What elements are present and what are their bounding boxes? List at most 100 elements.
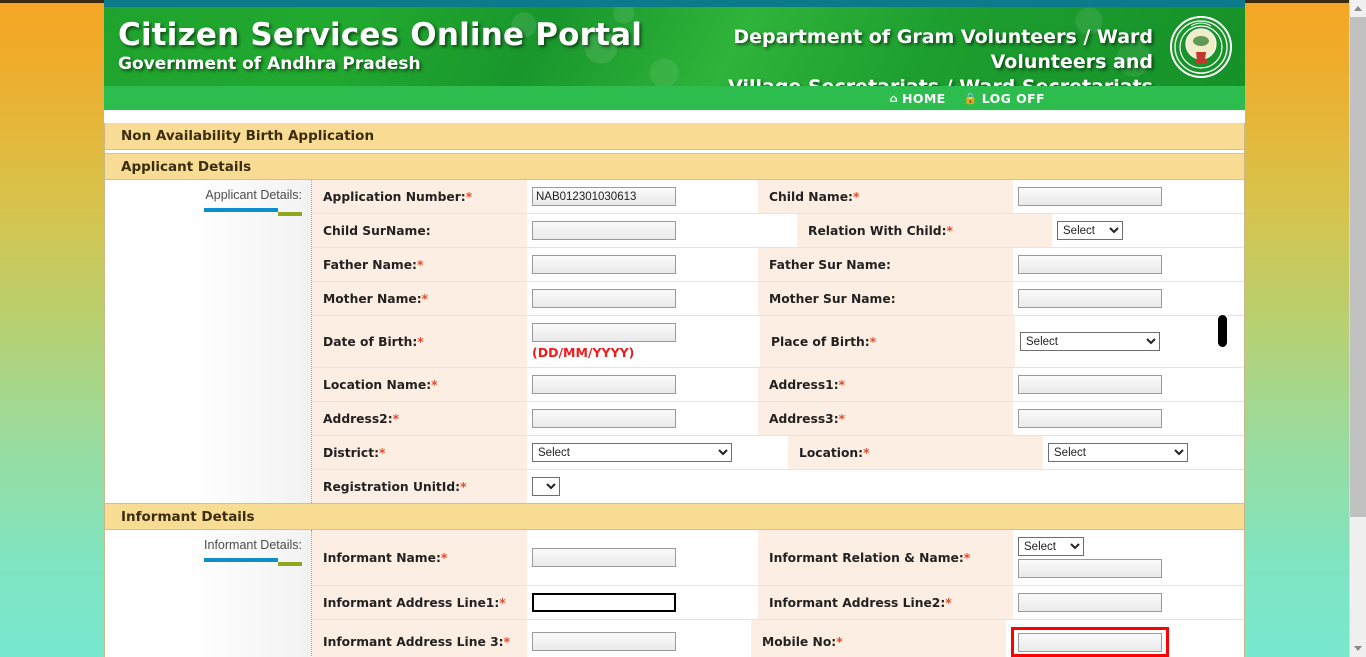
required-marker: * <box>379 445 386 460</box>
required-marker: * <box>869 334 877 349</box>
field-cell <box>1013 586 1244 619</box>
side-accent-bar-blue <box>204 558 278 562</box>
field-cell-empty <box>1027 470 1244 503</box>
address2-input[interactable] <box>532 409 676 428</box>
informant-side-label: Informant Details: <box>204 538 302 552</box>
informant-relation-name-input[interactable] <box>1018 559 1162 578</box>
scrollbar-up-button[interactable] <box>1350 0 1366 17</box>
label-text: Application Number: <box>323 189 466 204</box>
field-cell <box>1013 282 1244 315</box>
mother-sur-name-input[interactable] <box>1018 289 1162 308</box>
label-text: Relation With Child: <box>808 223 947 238</box>
form-row: Mother Name: * Mother Sur Name: <box>312 282 1244 316</box>
side-accent-bar-olive <box>278 212 302 216</box>
label-text: Address2: <box>323 411 393 426</box>
date-of-birth-input[interactable] <box>532 323 676 342</box>
required-marker: * <box>460 479 467 494</box>
header-department: Department of Gram Volunteers / Ward Vol… <box>633 25 1153 86</box>
scrollbar-down-button[interactable] <box>1350 640 1366 657</box>
informant-name-input[interactable] <box>532 548 676 567</box>
label-text: Father Sur Name: <box>769 257 891 272</box>
field-cell: (DD/MM/YYYY) <box>527 316 760 367</box>
district-select[interactable]: Select <box>532 443 732 462</box>
label-text: Mother Sur Name: <box>769 291 896 306</box>
informant-address-line3-input[interactable] <box>532 632 676 652</box>
nav-logoff-link[interactable]: 🔒 LOG OFF <box>964 91 1045 106</box>
field-label-empty <box>772 470 1027 503</box>
page-title: Non Availability Birth Application <box>105 123 1244 150</box>
address1-input[interactable] <box>1018 375 1162 394</box>
vertical-scrollbar[interactable] <box>1349 0 1366 657</box>
section-band-informant: Informant Details <box>105 503 1244 530</box>
informant-address-line2-input[interactable] <box>1018 593 1162 612</box>
field-label-address3: Address3: * <box>758 402 1013 435</box>
place-of-birth-select[interactable]: Select <box>1020 332 1160 351</box>
field-cell <box>527 368 758 401</box>
label-text: Informant Relation & Name: <box>769 550 964 565</box>
field-label-father-sur-name: Father Sur Name: <box>758 248 1013 281</box>
field-label-informant-address-line2: Informant Address Line2: * <box>758 586 1013 619</box>
informant-side-panel: Informant Details: <box>105 530 312 657</box>
required-marker: * <box>852 189 860 204</box>
required-marker: * <box>946 223 953 238</box>
required-marker: * <box>431 377 438 392</box>
applicant-fields-grid: Application Number:* Child Name:* Child … <box>312 180 1244 503</box>
label-text: Address3: <box>769 411 839 426</box>
label-text: Informant Address Line1: <box>323 595 500 610</box>
informant-fields-grid: Informant Name: * Informant Relation & Na… <box>312 530 1244 657</box>
field-label-relation-with-child: Relation With Child: * <box>797 214 1052 247</box>
form-row: Location Name: * Address1: * <box>312 368 1244 402</box>
side-accent-bar-olive <box>278 562 302 566</box>
field-label-informant-address-line3: Informant Address Line 3: * <box>312 620 527 657</box>
informant-address-line1-input[interactable] <box>532 593 676 612</box>
label-text: Date of Birth: <box>323 334 418 349</box>
form-row: Informant Address Line1: * Informant Addr… <box>312 586 1244 620</box>
applicant-side-panel: Applicant Details: <box>105 180 312 503</box>
required-marker: * <box>945 595 952 610</box>
nav-home-link[interactable]: ⌂ HOME <box>890 91 946 106</box>
informant-relation-select[interactable]: Select <box>1018 537 1084 556</box>
child-name-input[interactable] <box>1018 187 1162 206</box>
nav-logoff-label: LOG OFF <box>981 91 1045 106</box>
header-branding: Citizen Services Online Portal Governmen… <box>118 17 642 75</box>
child-surname-input[interactable] <box>532 221 676 240</box>
field-label-application-number: Application Number: * <box>312 180 527 213</box>
registration-unitid-select[interactable] <box>532 477 560 496</box>
department-line-2: Village Secretariats / Ward Secretariats <box>633 75 1153 86</box>
location-name-input[interactable] <box>532 375 676 394</box>
mobile-no-highlight-box <box>1011 627 1169 657</box>
address3-input[interactable] <box>1018 409 1162 428</box>
required-marker: * <box>392 411 400 426</box>
field-cell <box>527 248 758 281</box>
required-marker: * <box>503 634 510 649</box>
field-label-informant-address-line1: Informant Address Line1: * <box>312 586 527 619</box>
form-row: Informant Name: * Informant Relation & Na… <box>312 530 1244 586</box>
required-marker: * <box>417 334 424 349</box>
required-marker: * <box>863 445 870 460</box>
mother-name-input[interactable] <box>532 289 676 308</box>
field-label-district: District: * <box>312 436 527 469</box>
department-line-1: Department of Gram Volunteers / Ward Vol… <box>733 26 1153 73</box>
field-cell <box>527 282 758 315</box>
field-cell <box>1013 402 1244 435</box>
field-label-informant-relation-name: Informant Relation & Name: * <box>758 530 1013 585</box>
relation-with-child-select[interactable]: Select <box>1057 221 1123 240</box>
label-text: Child Name: <box>769 189 853 204</box>
required-marker: * <box>440 550 448 565</box>
location-select[interactable]: Select <box>1048 443 1188 462</box>
form-row: Application Number:* Child Name:* <box>312 180 1244 214</box>
chevron-up-icon <box>1354 6 1362 11</box>
field-cell: Select <box>1052 214 1244 247</box>
application-number-input[interactable] <box>532 187 676 206</box>
form-panel: Non Availability Birth Application Appli… <box>104 123 1245 657</box>
field-cell <box>1013 248 1244 281</box>
field-cell: Select <box>1043 436 1244 469</box>
scrollbar-thumb[interactable] <box>1350 17 1366 517</box>
inner-scroll-thumb[interactable] <box>1218 315 1227 347</box>
father-name-input[interactable] <box>532 255 676 274</box>
father-sur-name-input[interactable] <box>1018 255 1162 274</box>
mobile-no-input[interactable] <box>1018 632 1162 652</box>
form-row: Date of Birth: * (DD/MM/YYYY) Place of Bi… <box>312 316 1244 368</box>
field-label-date-of-birth: Date of Birth: * <box>312 316 527 367</box>
required-marker: * <box>465 189 473 204</box>
